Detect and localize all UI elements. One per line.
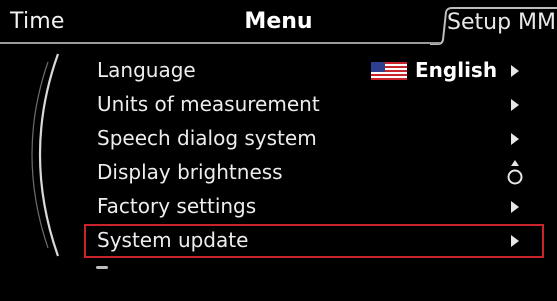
menu-item-units[interactable]: Units of measurement bbox=[86, 88, 538, 122]
menu-item-label: Factory settings bbox=[97, 194, 257, 218]
menu-item-label: System update bbox=[97, 228, 249, 252]
us-flag-icon bbox=[371, 62, 407, 80]
menu-item-speech-dialog[interactable]: Speech dialog system bbox=[86, 122, 538, 156]
mmi-screen: Time Menu Setup MMI Language English Uni… bbox=[0, 0, 557, 301]
triangle-right-icon bbox=[511, 65, 519, 77]
scroll-indicator bbox=[96, 266, 108, 269]
rotary-slider-icon bbox=[507, 160, 523, 185]
top-bar: Time Menu Setup MMI bbox=[0, 0, 557, 46]
menu-item-label: Units of measurement bbox=[97, 92, 320, 116]
triangle-right-icon bbox=[511, 133, 519, 145]
menu-item-system-update[interactable]: System update bbox=[84, 224, 544, 258]
triangle-right-icon bbox=[511, 235, 519, 247]
tab-setup-mmi-label: Setup MMI bbox=[447, 10, 557, 35]
menu-item-label: Speech dialog system bbox=[97, 126, 317, 150]
menu-item-display-brightness[interactable]: Display brightness bbox=[86, 156, 538, 190]
menu-item-label: Display brightness bbox=[97, 160, 283, 184]
menu-item-factory-settings[interactable]: Factory settings bbox=[86, 190, 538, 224]
triangle-right-icon bbox=[511, 201, 519, 213]
tab-setup-mmi[interactable]: Setup MMI bbox=[430, 6, 557, 46]
language-value-text: English bbox=[415, 58, 498, 82]
menu-item-language[interactable]: Language English bbox=[86, 54, 538, 88]
triangle-right-icon bbox=[511, 99, 519, 111]
menu-item-label: Language bbox=[97, 58, 196, 82]
